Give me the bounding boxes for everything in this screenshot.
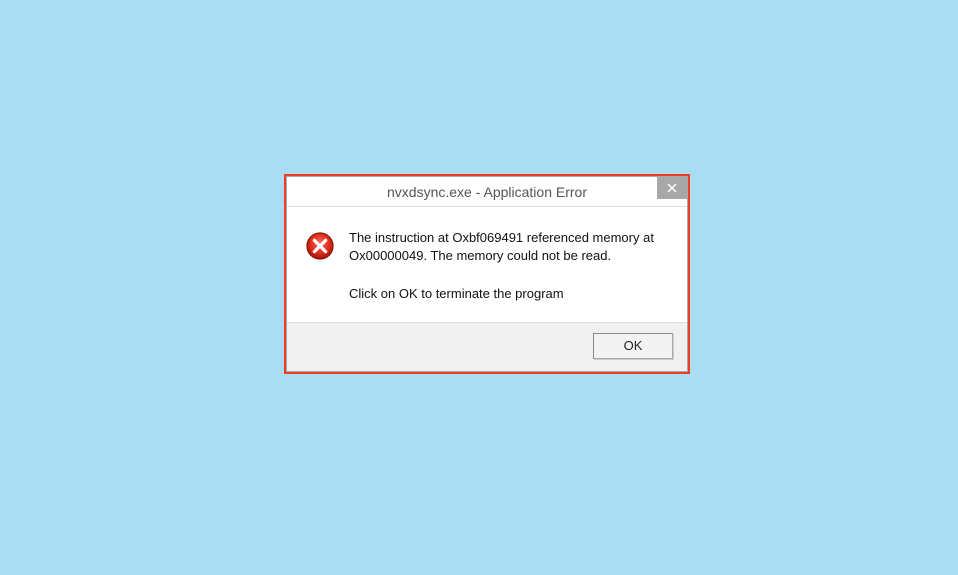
error-message-line2: Click on OK to terminate the program <box>349 285 667 303</box>
error-icon <box>305 231 335 261</box>
ok-button[interactable]: OK <box>593 333 673 359</box>
message-column: The instruction at Oxbf069491 referenced… <box>349 229 667 304</box>
icon-column <box>305 229 335 304</box>
close-button[interactable] <box>657 177 687 199</box>
close-icon <box>667 183 677 193</box>
error-message-line1: The instruction at Oxbf069491 referenced… <box>349 229 667 265</box>
error-dialog: nvxdsync.exe - Application Error <box>286 176 688 372</box>
dialog-title: nvxdsync.exe - Application Error <box>287 184 687 200</box>
dialog-footer: OK <box>287 322 687 371</box>
error-dialog-wrapper: nvxdsync.exe - Application Error <box>284 174 690 374</box>
dialog-body: The instruction at Oxbf069491 referenced… <box>287 207 687 322</box>
titlebar: nvxdsync.exe - Application Error <box>287 177 687 207</box>
